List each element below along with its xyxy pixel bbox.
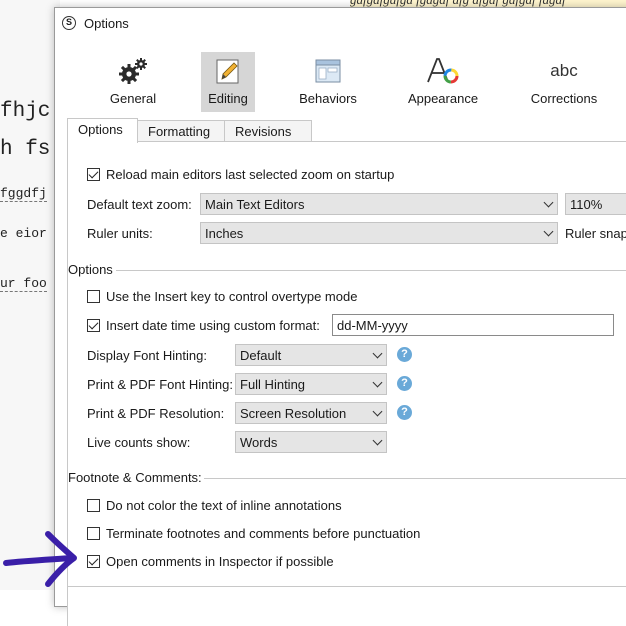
print-hinting-label: Print & PDF Font Hinting:	[87, 377, 233, 392]
terminate-footnotes-checkbox[interactable]	[87, 527, 100, 540]
ruler-units-select[interactable]: Inches	[200, 222, 558, 244]
title-bar[interactable]: S Options	[55, 8, 626, 38]
tab-panel: Reload main editors last selected zoom o…	[67, 141, 626, 626]
no-color-annotations-checkbox[interactable]	[87, 499, 100, 512]
category-toolbar: General Editing Behaviors Appearance abc…	[55, 48, 626, 114]
section-divider	[68, 586, 626, 587]
display-hinting-label: Display Font Hinting:	[87, 348, 207, 363]
footnote-option-label: Open comments in Inspector if possible	[106, 554, 334, 569]
app-icon: S	[62, 16, 76, 30]
select-value: Main Text Editors	[205, 197, 305, 212]
doc-line: fhjc	[0, 100, 51, 123]
ruler-units-label: Ruler units:	[87, 226, 153, 241]
toolbar-editing[interactable]: Editing	[201, 52, 255, 112]
print-resolution-select[interactable]: Screen Resolution	[235, 402, 387, 424]
tab-formatting[interactable]: Formatting	[137, 120, 225, 142]
footnote-section-title: Footnote & Comments:	[68, 470, 202, 485]
open-comments-inspector-checkbox[interactable]	[87, 555, 100, 568]
tab-options[interactable]: Options	[67, 118, 138, 143]
help-icon[interactable]: ?	[397, 347, 412, 362]
annotation-arrow-icon	[3, 531, 77, 587]
pencil-icon	[216, 59, 239, 84]
insert-key-checkbox[interactable]	[87, 290, 100, 303]
reload-zoom-checkbox[interactable]	[87, 168, 100, 181]
toolbar-label: Behaviors	[299, 91, 357, 106]
toolbar-label: General	[109, 91, 157, 106]
doc-line: fggdfj	[0, 186, 47, 202]
section-divider	[204, 478, 626, 479]
print-hinting-select[interactable]: Full Hinting	[235, 373, 387, 395]
toolbar-corrections[interactable]: abc Corrections	[525, 52, 603, 112]
chevron-down-icon	[372, 435, 383, 446]
toolbar-label: Editing	[208, 91, 248, 106]
reload-zoom-label: Reload main editors last selected zoom o…	[106, 167, 395, 182]
window-icon	[315, 59, 341, 83]
insert-key-label: Use the Insert key to control overtype m…	[106, 289, 358, 304]
print-resolution-label: Print & PDF Resolution:	[87, 406, 225, 421]
zoom-percent-select[interactable]: 110%	[565, 193, 626, 215]
chevron-down-icon	[543, 226, 554, 237]
date-format-input[interactable]: dd-MM-yyyy	[332, 314, 614, 336]
chevron-down-icon	[372, 406, 383, 417]
ruler-snap-label: Ruler snap	[565, 226, 626, 241]
toolbar-appearance[interactable]: Appearance	[405, 52, 481, 112]
select-value: Inches	[205, 226, 244, 241]
doc-line: h fs	[0, 138, 51, 161]
background-document: fhjc h fs fggdfj e eior ur foo	[0, 0, 60, 590]
window-title: Options	[84, 16, 129, 31]
doc-line: ur foo	[0, 276, 47, 292]
live-counts-label: Live counts show:	[87, 435, 191, 450]
chevron-down-icon	[543, 197, 554, 208]
select-value: Default	[240, 348, 282, 363]
footnote-option-label: Do not color the text of inline annotati…	[106, 498, 342, 513]
toolbar-behaviors[interactable]: Behaviors	[293, 52, 363, 112]
gears-icon	[119, 58, 147, 84]
select-value: Words	[240, 435, 278, 450]
toolbar-general[interactable]: General	[101, 52, 165, 112]
help-icon[interactable]: ?	[397, 405, 412, 420]
footnote-option-label: Terminate footnotes and comments before …	[106, 526, 421, 541]
help-icon[interactable]: ?	[397, 376, 412, 391]
date-time-checkbox[interactable]	[87, 319, 100, 332]
options-section-title: Options	[68, 262, 113, 277]
chevron-down-icon	[372, 377, 383, 388]
live-counts-select[interactable]: Words	[235, 431, 387, 453]
tab-revisions[interactable]: Revisions	[224, 120, 312, 142]
date-time-label: Insert date time using custom format:	[106, 318, 320, 333]
chevron-down-icon	[372, 348, 383, 359]
zoom-editor-select[interactable]: Main Text Editors	[200, 193, 558, 215]
default-zoom-label: Default text zoom:	[87, 197, 192, 212]
section-divider	[116, 270, 626, 271]
options-dialog: S Options General Editing Behaviors Appe…	[54, 7, 626, 626]
select-value: 110%	[570, 197, 603, 212]
toolbar-label: Appearance	[407, 91, 479, 106]
abc-icon: abc	[550, 61, 578, 80]
font-color-icon	[427, 58, 459, 84]
select-value: Full Hinting	[240, 377, 306, 392]
doc-line: e eior	[0, 226, 47, 241]
display-hinting-select[interactable]: Default	[235, 344, 387, 366]
select-value: Screen Resolution	[240, 406, 347, 421]
toolbar-label: Corrections	[530, 91, 598, 106]
